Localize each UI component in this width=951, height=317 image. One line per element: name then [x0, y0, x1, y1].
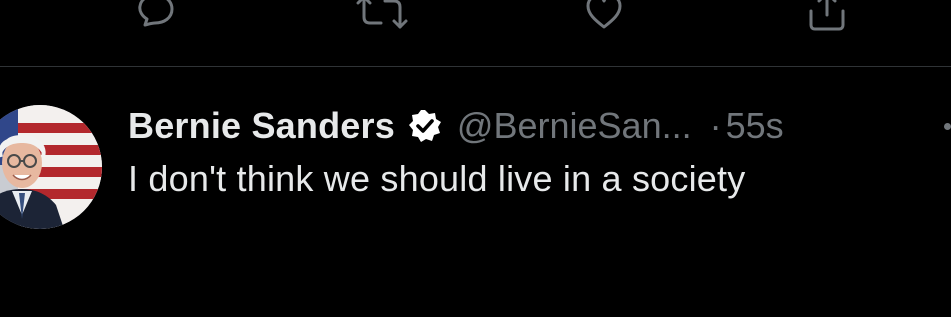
avatar-photo: [0, 105, 102, 229]
separator-dot: ·: [709, 105, 722, 146]
avatar[interactable]: [0, 105, 102, 229]
tweet-header: Bernie Sanders @BernieSan... · 55s: [128, 103, 784, 149]
like-button[interactable]: [575, 0, 633, 38]
retweet-icon: [356, 0, 408, 29]
tweet[interactable]: Bernie Sanders @BernieSan... · 55s I don…: [0, 67, 951, 317]
tweet-action-bar: [0, 0, 951, 66]
verified-badge-icon: [407, 108, 443, 144]
reply-button[interactable]: [126, 0, 184, 38]
share-button[interactable]: [798, 0, 856, 38]
tweet-text: I don't think we should live in a societ…: [128, 158, 746, 199]
share-icon: [809, 0, 845, 31]
like-icon: [586, 0, 622, 29]
timestamp[interactable]: 55s: [726, 105, 784, 147]
display-name[interactable]: Bernie Sanders: [128, 105, 395, 147]
reply-icon: [138, 0, 174, 27]
more-options-icon[interactable]: [944, 123, 951, 130]
user-handle[interactable]: @BernieSan...: [457, 105, 692, 147]
retweet-button[interactable]: [354, 0, 412, 38]
